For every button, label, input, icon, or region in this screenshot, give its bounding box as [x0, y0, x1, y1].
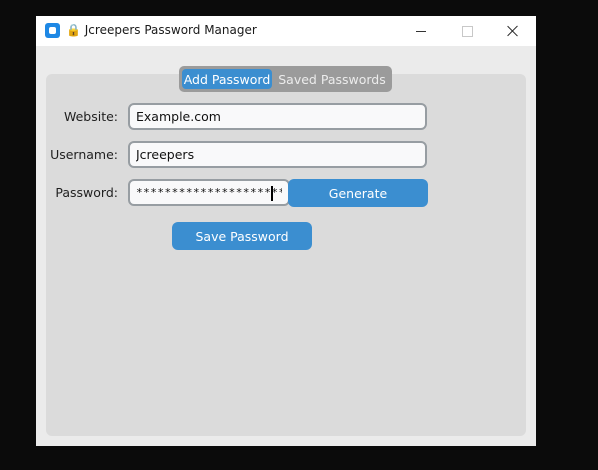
minimize-button[interactable]: [398, 16, 444, 46]
window-title: 🔒 Jcreepers Password Manager: [66, 23, 257, 37]
password-label: Password:: [55, 185, 118, 200]
app-icon: [45, 23, 60, 38]
close-button[interactable]: [490, 16, 536, 46]
tab-selector: Add Password Saved Passwords: [179, 66, 392, 92]
app-window: 🔒 Jcreepers Password Manager Add Passwor…: [36, 16, 536, 446]
title-bar[interactable]: 🔒 Jcreepers Password Manager: [36, 16, 536, 46]
minimize-icon: [416, 30, 426, 32]
text-caret: [271, 186, 273, 201]
website-label: Website:: [63, 109, 118, 124]
maximize-icon: [461, 25, 473, 37]
username-label: Username:: [50, 147, 118, 162]
tab-saved-passwords[interactable]: Saved Passwords: [275, 69, 389, 89]
username-input[interactable]: [128, 141, 427, 168]
maximize-button[interactable]: [444, 16, 490, 46]
password-input[interactable]: [128, 179, 290, 206]
website-input[interactable]: [128, 103, 427, 130]
save-password-button[interactable]: Save Password: [172, 222, 312, 250]
generate-button[interactable]: Generate: [288, 179, 428, 207]
tab-add-password[interactable]: Add Password: [182, 69, 272, 89]
close-icon: [507, 25, 519, 37]
